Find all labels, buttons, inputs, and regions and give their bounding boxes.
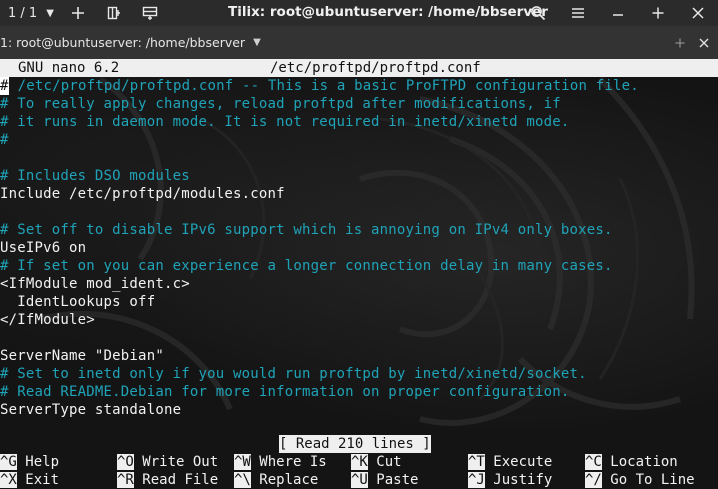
search-button[interactable] <box>518 0 558 26</box>
editor-line: ServerType standalone <box>0 402 182 418</box>
shortcut-key: ^X <box>0 472 17 488</box>
status-message: [ Read 210 lines ] <box>279 435 431 453</box>
editor-line: # it runs in daemon mode. It is not requ… <box>0 114 570 130</box>
shortcut-key: ^O <box>117 454 134 470</box>
editor-line: # <box>0 132 9 148</box>
shortcut-label: Replace <box>259 472 319 488</box>
close-button[interactable] <box>678 0 718 26</box>
editor-line: # Set to inetd only if you would run pro… <box>0 366 587 382</box>
shortcut-key: ^J <box>468 472 485 488</box>
split-right-icon <box>107 6 120 20</box>
shortcut-item[interactable]: ^C Location <box>585 453 678 471</box>
chevron-down-icon: ▼ <box>253 37 261 48</box>
terminal-maximize-button[interactable] <box>668 31 692 55</box>
editor-line: UseIPv6 on <box>0 240 87 256</box>
editor-line: # Read README.Debian for more informatio… <box>0 384 570 400</box>
window-title: Tilix: root@ubuntuserver: /home/bbserver <box>228 4 548 20</box>
shortcut-label: Execute <box>493 454 553 470</box>
shortcut-key: ^R <box>117 472 134 488</box>
editor-line: # Includes DSO modules <box>0 168 190 184</box>
shortcut-key: ^K <box>351 454 368 470</box>
nano-filename: /etc/proftpd/proftpd.conf <box>270 60 481 76</box>
shortcut-key: ^C <box>585 454 602 470</box>
nano-header: GNU nano 6.2 /etc/proftpd/proftpd.conf <box>0 59 718 77</box>
shortcut-key: ^\ <box>234 472 251 488</box>
chevron-down-icon: ▼ <box>46 7 54 19</box>
add-terminal-button[interactable] <box>60 0 96 26</box>
shortcut-item[interactable]: ^G Help <box>0 453 59 471</box>
session-count: 1 / 1 <box>8 5 38 21</box>
text-cursor: # <box>0 77 9 95</box>
shortcut-label: Read File <box>142 472 219 488</box>
search-icon <box>531 6 546 21</box>
shortcut-item[interactable]: ^/ Go To Line <box>585 471 695 489</box>
shortcut-label: Location <box>610 454 678 470</box>
shortcut-item[interactable]: ^U Paste <box>351 471 418 489</box>
shortcut-label: Go To Line <box>610 472 695 488</box>
close-icon <box>699 38 709 47</box>
add-terminal-right-button[interactable] <box>96 0 132 26</box>
hamburger-icon <box>572 8 584 18</box>
shortcut-item[interactable]: ^W Where Is <box>234 453 327 471</box>
shortcut-bar-row-2: ^X Exit ^R Read File ^\ Replace ^U Paste ^J … <box>0 471 718 489</box>
terminal-header: 1: root@ubuntuserver: /home/bbserver ▼ <box>0 26 718 59</box>
menu-button[interactable] <box>558 0 598 26</box>
editor-line: </IfModule> <box>0 312 95 328</box>
window-titlebar: 1 / 1 ▼ Tilix: root@ubuntuserver: /home/… <box>0 0 718 26</box>
terminal-title-dropdown[interactable]: 1: root@ubuntuserver: /home/bbserver ▼ <box>0 26 261 59</box>
shortcut-item[interactable]: ^J Justify <box>468 471 552 489</box>
terminal-title: 1: root@ubuntuserver: /home/bbserver <box>0 35 246 50</box>
shortcut-label: Help <box>25 454 60 470</box>
minimize-icon <box>613 14 623 16</box>
minimize-button[interactable] <box>598 0 638 26</box>
shortcut-label: Cut <box>376 454 402 470</box>
shortcut-item[interactable]: ^X Exit <box>0 471 59 489</box>
terminal-close-button[interactable] <box>692 31 716 55</box>
editor-line: # Set off to disable IPv6 support which … <box>0 222 613 238</box>
add-terminal-down-button[interactable] <box>132 0 168 26</box>
shortcut-item[interactable]: ^R Read File <box>117 471 218 489</box>
editor-line: ServerName "Debian" <box>0 348 164 364</box>
editor-line: # /etc/proftpd/proftpd.conf -- This is a… <box>0 77 639 95</box>
shortcut-item[interactable]: ^K Cut <box>351 453 402 471</box>
shortcut-label: Write Out <box>142 454 219 470</box>
shortcut-item[interactable]: ^\ Replace <box>234 471 318 489</box>
shortcut-label: Justify <box>493 472 553 488</box>
terminal-area[interactable]: GNU nano 6.2 /etc/proftpd/proftpd.conf #… <box>0 59 718 489</box>
plus-icon <box>652 7 664 19</box>
editor-line: IdentLookups off <box>0 294 156 310</box>
nano-app-version: GNU nano 6.2 <box>18 60 120 76</box>
shortcut-key: ^/ <box>585 472 602 488</box>
plus-icon <box>675 38 685 47</box>
shortcut-item[interactable]: ^O Write Out <box>117 453 218 471</box>
split-down-icon <box>142 6 158 20</box>
close-icon <box>692 7 704 19</box>
shortcut-key: ^T <box>468 454 485 470</box>
shortcut-key: ^U <box>351 472 368 488</box>
shortcut-item[interactable]: ^T Execute <box>468 453 552 471</box>
shortcut-bar-row-1: ^G Help ^O Write Out ^W Where Is ^K Cut ^T E… <box>0 453 718 471</box>
editor-line: Include /etc/proftpd/modules.conf <box>0 186 285 202</box>
plus-icon <box>71 7 84 19</box>
editor-line: # If set on you can experience a longer … <box>0 258 613 274</box>
session-selector[interactable]: 1 / 1 ▼ <box>0 0 60 26</box>
editor-line: <IfModule mod_ident.c> <box>0 276 190 292</box>
shortcut-label: Exit <box>25 472 60 488</box>
editor-line-text: /etc/proftpd/proftpd.conf -- This is a b… <box>9 78 639 94</box>
shortcut-label: Paste <box>376 472 419 488</box>
editor-line: # To really apply changes, reload proftp… <box>0 96 561 112</box>
shortcut-key: ^W <box>234 454 251 470</box>
maximize-button[interactable] <box>638 0 678 26</box>
shortcut-key: ^G <box>0 454 17 470</box>
shortcut-label: Where Is <box>259 454 327 470</box>
